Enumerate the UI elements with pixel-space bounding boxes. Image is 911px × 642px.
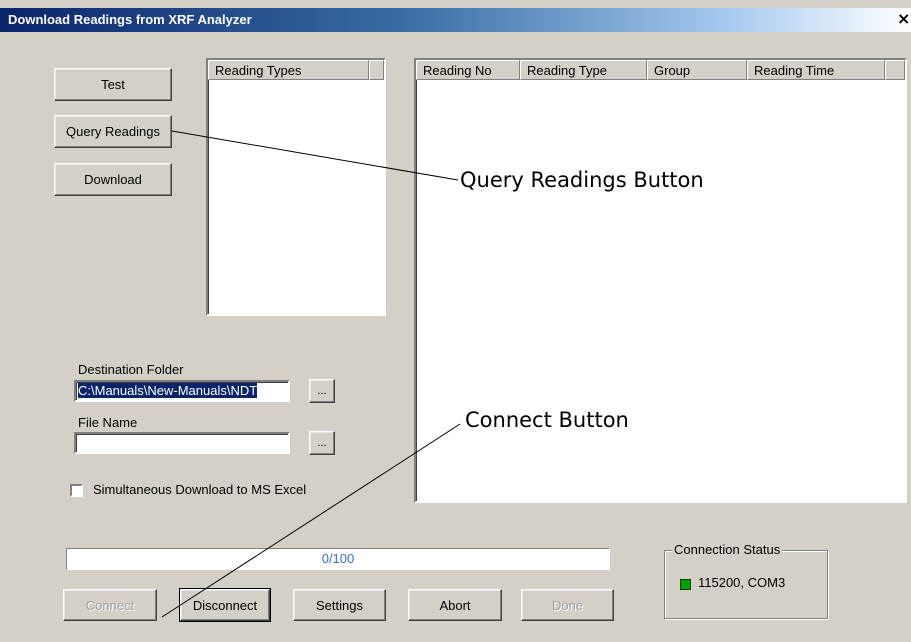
abort-button[interactable]: Abort (408, 589, 502, 621)
close-icon[interactable]: × (897, 10, 911, 28)
destination-folder-value: C:\Manuals\New-Manuals\NDT (78, 383, 258, 398)
query-readings-button[interactable]: Query Readings (54, 115, 172, 148)
column-header-reading-no[interactable]: Reading No (416, 60, 520, 80)
connect-button-callout: Connect Button (465, 408, 629, 432)
file-name-field[interactable] (74, 432, 290, 454)
reading-types-list[interactable]: Reading Types (206, 58, 386, 316)
excel-checkbox-label[interactable]: Simultaneous Download to MS Excel (93, 482, 306, 497)
progress-bar: 0/100 (66, 548, 610, 570)
browse-file-button[interactable]: ... (309, 431, 335, 455)
window-title: Download Readings from XRF Analyzer (8, 12, 252, 27)
column-header-reading-time[interactable]: Reading Time (747, 60, 885, 80)
connection-status-legend: Connection Status (672, 542, 783, 557)
settings-button[interactable]: Settings (293, 589, 386, 621)
test-button[interactable]: Test (54, 68, 172, 101)
column-header-filler (885, 60, 905, 80)
connect-button[interactable]: Connect (63, 589, 157, 621)
excel-checkbox[interactable] (70, 484, 83, 497)
reading-types-header[interactable]: Reading Types (208, 60, 369, 80)
connection-indicator-icon (680, 579, 691, 590)
column-header-group[interactable]: Group (647, 60, 747, 80)
query-readings-callout: Query Readings Button (460, 168, 704, 192)
browse-destination-button[interactable]: ... (309, 379, 335, 403)
file-name-label: File Name (78, 415, 138, 430)
destination-folder-label: Destination Folder (78, 362, 184, 377)
disconnect-button[interactable]: Disconnect (179, 588, 271, 622)
done-button[interactable]: Done (521, 589, 614, 621)
connection-status-text: 115200, COM3 (698, 575, 786, 590)
download-button[interactable]: Download (54, 163, 172, 196)
column-header-reading-type[interactable]: Reading Type (520, 60, 647, 80)
reading-types-header-filler (369, 60, 384, 80)
readings-table[interactable]: Reading No Reading Type Group Reading Ti… (414, 58, 907, 503)
title-bar[interactable]: Download Readings from XRF Analyzer × (0, 8, 911, 32)
destination-folder-field[interactable]: C:\Manuals\New-Manuals\NDT (74, 380, 290, 402)
connection-status-group: Connection Status 115200, COM3 (664, 542, 828, 619)
download-readings-dialog: Download Readings from XRF Analyzer × Te… (0, 0, 911, 642)
